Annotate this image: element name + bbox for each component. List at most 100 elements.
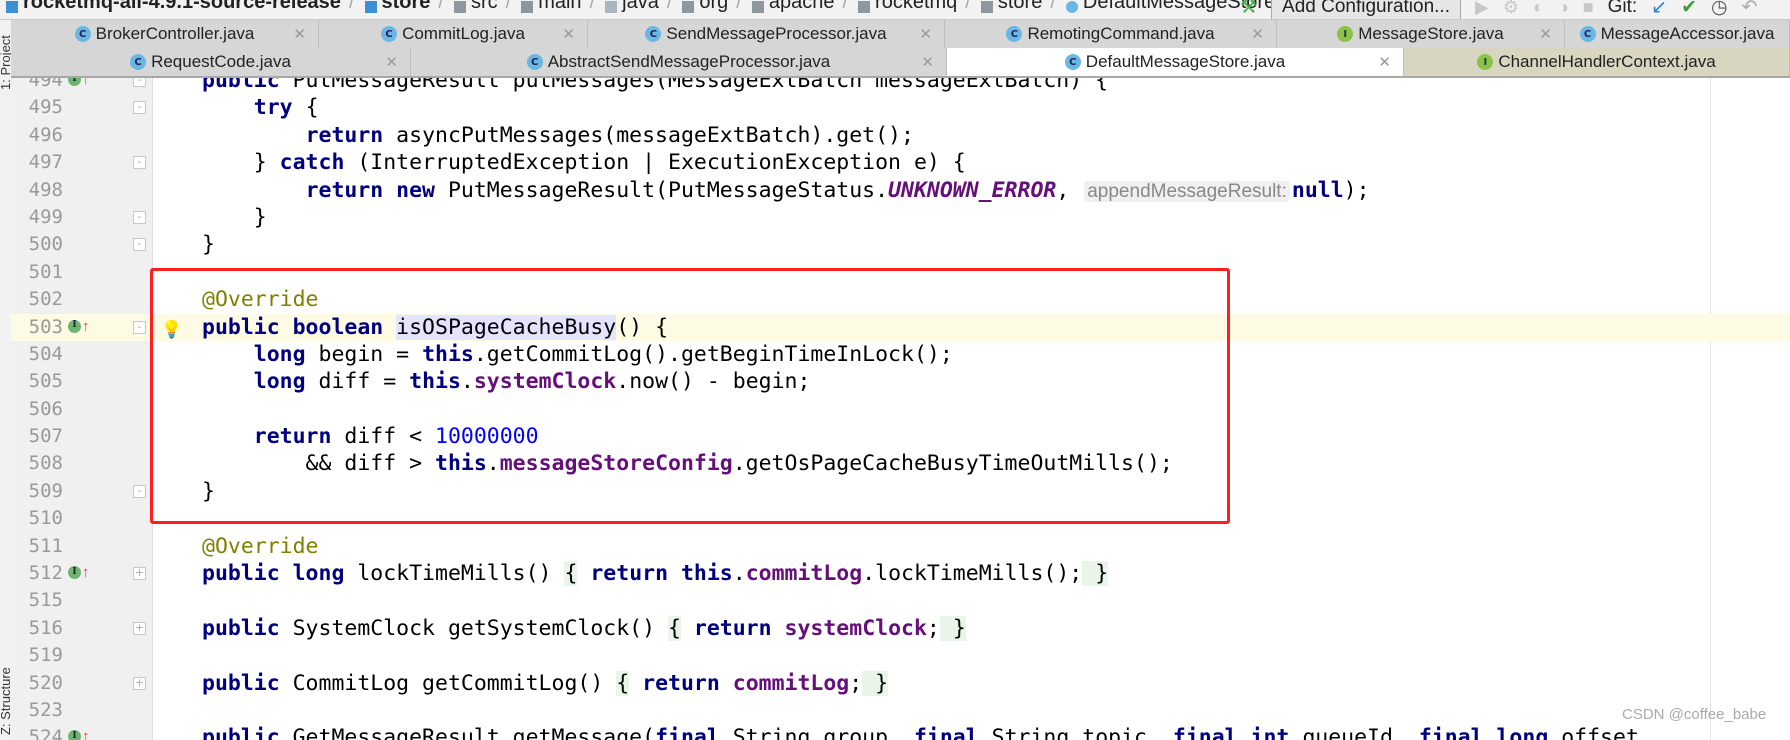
breadcrumb-item[interactable]: apache bbox=[750, 0, 834, 14]
code-line[interactable]: 519 bbox=[11, 642, 1790, 669]
git-history-icon[interactable]: ◷ bbox=[1711, 0, 1728, 19]
code-line[interactable]: 498 return new PutMessageResult(PutMessa… bbox=[11, 177, 1790, 204]
code-token: } bbox=[202, 150, 280, 176]
close-tab-icon[interactable]: ✕ bbox=[385, 53, 398, 71]
breadcrumb-item[interactable]: rocketmq bbox=[856, 0, 957, 14]
tab-defaultmessagestore[interactable]: C DefaultMessageStore.java ✕ bbox=[947, 48, 1404, 76]
fold-collapse-icon[interactable]: - bbox=[133, 101, 146, 115]
implements-method-marker-icon[interactable]: I ↑ bbox=[68, 319, 90, 334]
code-line[interactable]: 524 I ↑ public GetMessageResult getMessage(… bbox=[11, 724, 1790, 740]
tab-messagestore[interactable]: I MessageStore.java ✕ bbox=[1277, 20, 1565, 48]
code-token: { bbox=[668, 615, 681, 641]
fold-collapse-icon[interactable]: - bbox=[133, 156, 146, 170]
lightbulb-icon[interactable]: 💡 bbox=[161, 316, 182, 343]
code-token: 10000000 bbox=[435, 424, 539, 450]
breadcrumb-label: store bbox=[997, 0, 1043, 13]
code-line[interactable]: 512 I ↑ + public long lockTimeMills() { retu… bbox=[11, 560, 1790, 587]
close-tab-icon[interactable]: ✕ bbox=[293, 25, 306, 43]
code-text: @Override bbox=[202, 533, 319, 560]
fold-collapse-icon[interactable]: - bbox=[133, 238, 146, 252]
code-line[interactable]: 505 long diff = this.systemClock.now() -… bbox=[11, 368, 1790, 395]
code-line[interactable]: 515 bbox=[11, 587, 1790, 614]
code-line[interactable]: 495 - try { bbox=[11, 94, 1790, 121]
tab-sendmessageprocessor[interactable]: C SendMessageProcessor.java ✕ bbox=[588, 20, 945, 48]
fold-expand-icon[interactable]: + bbox=[133, 621, 146, 635]
close-tab-icon[interactable]: ✕ bbox=[921, 53, 934, 71]
fold-collapse-icon[interactable]: - bbox=[133, 78, 146, 87]
tab-commitlog[interactable]: C CommitLog.java ✕ bbox=[319, 20, 588, 48]
tab-brokercontroller[interactable]: C BrokerController.java ✕ bbox=[11, 20, 319, 48]
navigation-bar: rocketmq-all-4.9.1-source-release / store /… bbox=[0, 0, 1790, 21]
tab-remotingcommand[interactable]: C RemotingCommand.java ✕ bbox=[945, 20, 1277, 48]
code-token: CommitLog getCommitLog() bbox=[279, 670, 617, 696]
code-line[interactable]: 503 I ↑ - 💡 public boolean isOSPageCacheBusy(… bbox=[11, 313, 1790, 343]
implements-method-marker-icon[interactable]: I ↑ bbox=[68, 565, 90, 580]
code-token: . bbox=[460, 369, 474, 395]
breadcrumb-item[interactable]: java bbox=[603, 0, 659, 14]
line-number: 504 bbox=[28, 342, 63, 365]
close-tab-icon[interactable]: ✕ bbox=[1251, 25, 1264, 43]
code-token: public bbox=[202, 670, 280, 696]
tab-channelhandlercontext[interactable]: I ChannelHandlerContext.java bbox=[1404, 48, 1790, 76]
git-commit-icon[interactable]: ✔ bbox=[1681, 0, 1697, 19]
debug-icon[interactable]: ⚙ bbox=[1503, 0, 1519, 18]
code-line[interactable]: 510 bbox=[11, 505, 1790, 532]
breadcrumb-item[interactable]: store bbox=[363, 0, 430, 14]
breadcrumb-item[interactable]: rocketmq-all-4.9.1-source-release bbox=[4, 0, 341, 14]
code-token: lockTimeMills() bbox=[344, 561, 565, 587]
code-line[interactable]: 497 - } catch (InterruptedException | Exe… bbox=[11, 149, 1790, 176]
add-configuration-button[interactable]: Add Configuration... bbox=[1271, 0, 1461, 19]
git-rollback-icon[interactable]: ↶ bbox=[1742, 0, 1758, 19]
code-line[interactable]: 504 long begin = this.getCommitLog().get… bbox=[11, 341, 1790, 368]
code-line[interactable]: 506 bbox=[11, 396, 1790, 423]
interface-icon: I bbox=[1477, 54, 1494, 70]
code-token: try bbox=[253, 95, 293, 121]
close-tab-icon[interactable]: ✕ bbox=[1378, 53, 1391, 71]
code-token: GetMessageResult getMessage( bbox=[279, 725, 656, 740]
implements-method-marker-icon[interactable]: I ↑ bbox=[68, 78, 90, 87]
run-icon[interactable]: ▶ bbox=[1475, 0, 1489, 18]
code-line[interactable]: 508 && diff > this.messageStoreConfig.ge… bbox=[11, 450, 1790, 477]
code-line[interactable]: 511 @Override bbox=[11, 533, 1790, 560]
fold-expand-icon[interactable]: + bbox=[133, 567, 146, 581]
code-line[interactable]: 501 bbox=[11, 259, 1790, 286]
code-editor[interactable]: 494 I ↑ - public PutMessageResult putMessage… bbox=[11, 78, 1790, 740]
implements-method-marker-icon[interactable]: I ↑ bbox=[68, 729, 90, 740]
build-hammer-icon[interactable]: ⚒ bbox=[1240, 0, 1257, 19]
breadcrumb-item[interactable]: main bbox=[519, 0, 582, 14]
code-line[interactable]: 494 I ↑ - public PutMessageResult putMessage… bbox=[11, 78, 1790, 94]
tab-requestcode[interactable]: C RequestCode.java ✕ bbox=[11, 48, 411, 76]
tab-abstractsendmessageprocessor[interactable]: C AbstractSendMessageProcessor.java ✕ bbox=[411, 48, 947, 76]
fold-collapse-icon[interactable]: - bbox=[133, 210, 146, 224]
breadcrumb-item[interactable]: store bbox=[979, 0, 1042, 14]
code-line[interactable]: 523 bbox=[11, 697, 1790, 724]
code-line[interactable]: 509 -} bbox=[11, 478, 1790, 505]
breadcrumb-item[interactable]: org bbox=[680, 0, 728, 14]
fold-expand-icon[interactable]: + bbox=[133, 676, 146, 690]
code-line[interactable]: 500 -} bbox=[11, 231, 1790, 258]
class-icon: C bbox=[74, 26, 91, 42]
coverage-icon[interactable]: ◐ bbox=[1533, 0, 1544, 18]
breadcrumb-item[interactable]: src bbox=[452, 0, 498, 14]
close-tab-icon[interactable]: ✕ bbox=[919, 25, 932, 43]
tab-messageaccessor[interactable]: C MessageAccessor.java bbox=[1565, 20, 1790, 48]
code-line[interactable]: 507 return diff < 10000000 bbox=[11, 423, 1790, 450]
code-line[interactable]: 496 return asyncPutMessages(messageExtBa… bbox=[11, 122, 1790, 149]
profile-icon[interactable]: ◑ bbox=[1558, 0, 1569, 18]
code-line[interactable]: 502 @Override bbox=[11, 286, 1790, 313]
code-line[interactable]: 516 + public SystemClock getSystemClock() … bbox=[11, 615, 1790, 642]
code-line[interactable]: 520 + public CommitLog getCommitLog() { re… bbox=[11, 670, 1790, 697]
code-token: public bbox=[202, 615, 280, 641]
code-token: ; bbox=[926, 615, 940, 641]
stop-icon[interactable]: ■ bbox=[1583, 0, 1594, 18]
code-line[interactable]: 499 - } bbox=[11, 204, 1790, 231]
fold-collapse-icon[interactable]: - bbox=[133, 484, 146, 498]
fold-collapse-icon[interactable]: - bbox=[133, 320, 146, 334]
close-tab-icon[interactable]: ✕ bbox=[562, 25, 575, 43]
git-update-icon[interactable]: ↙ bbox=[1651, 0, 1667, 19]
close-tab-icon[interactable]: ✕ bbox=[1539, 25, 1552, 43]
